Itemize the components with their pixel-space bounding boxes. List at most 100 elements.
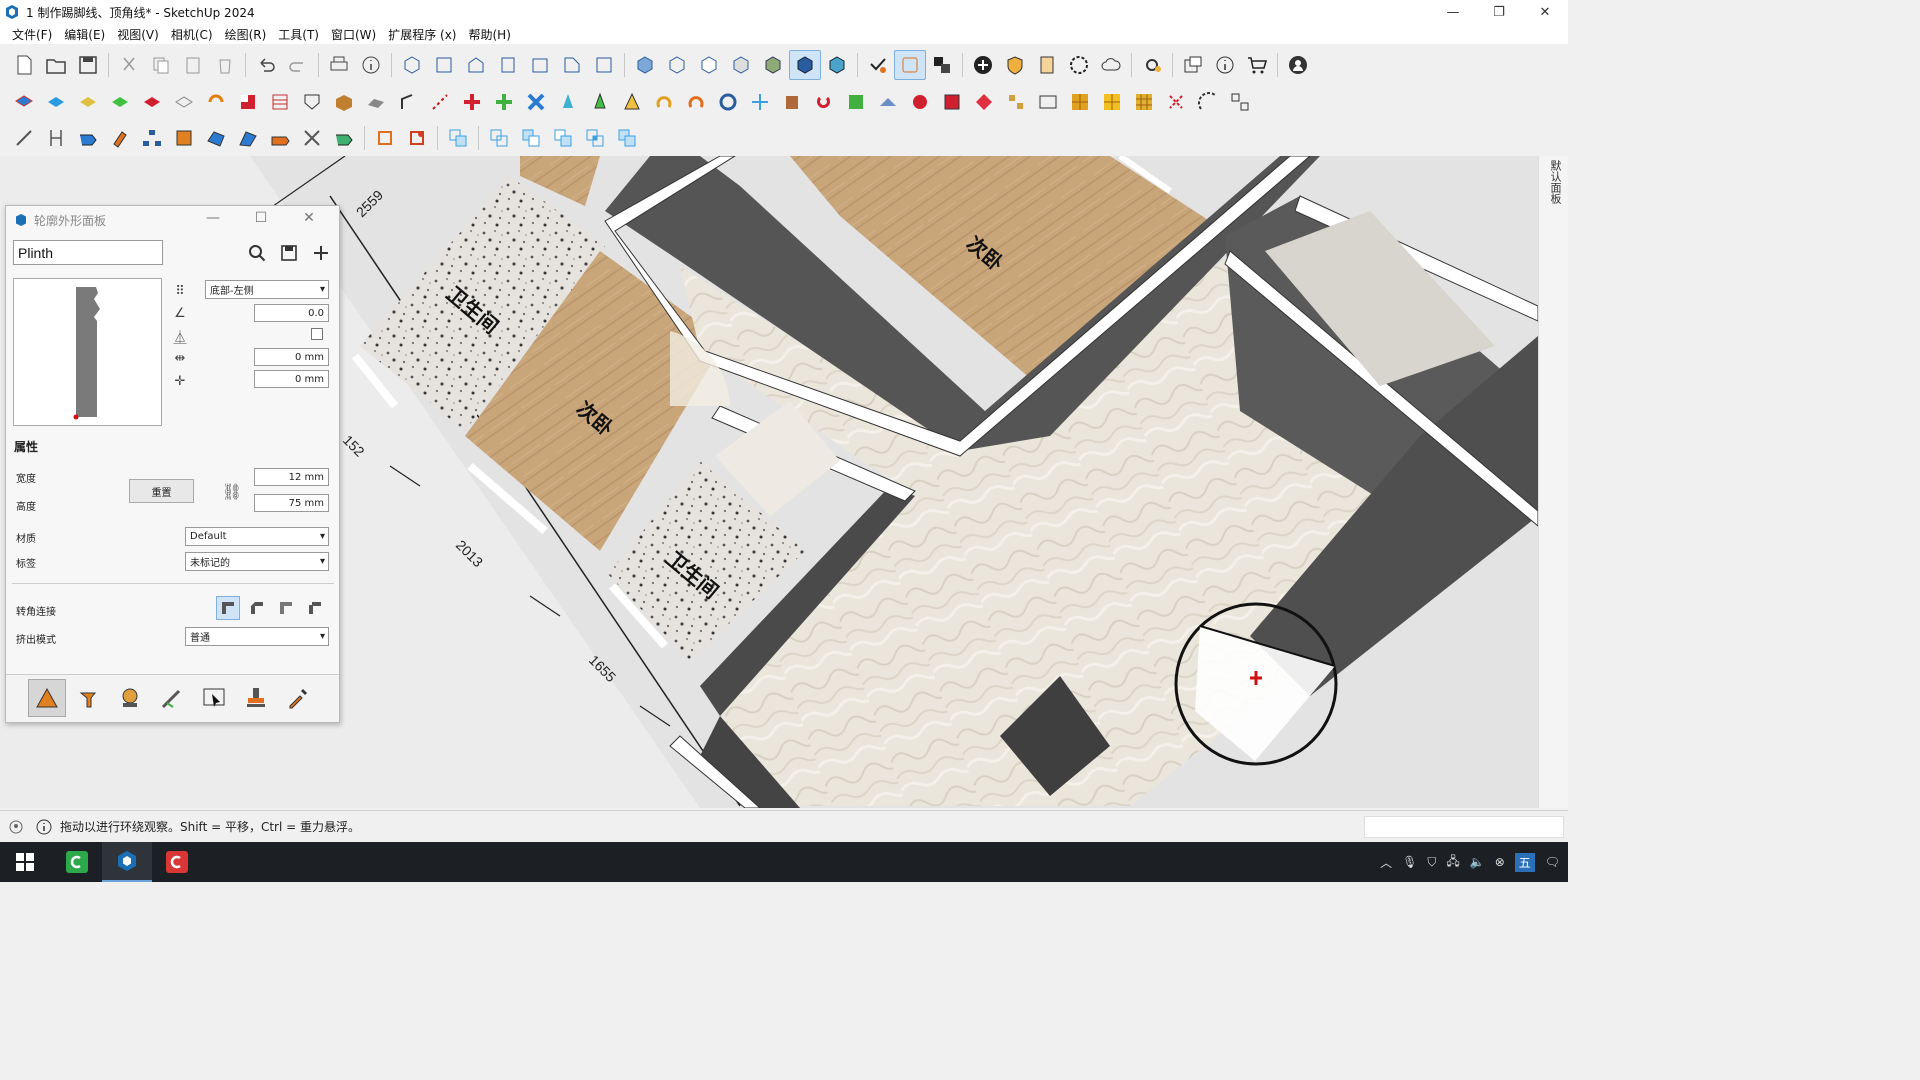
plugin-tool-14-icon[interactable] (424, 87, 456, 117)
sync-icon[interactable] (894, 50, 926, 80)
stamp-profile-tool-icon[interactable] (111, 679, 149, 717)
plugin-tool-30-icon[interactable] (936, 87, 968, 117)
plugin-tool-7-icon[interactable] (200, 87, 232, 117)
menu-tools[interactable]: 工具(T) (272, 26, 325, 43)
hidden-line-style-icon[interactable] (693, 50, 725, 80)
corner-type-1-icon[interactable] (216, 596, 240, 620)
dimension-tool-icon[interactable] (40, 123, 72, 153)
reset-button[interactable]: 重置 (129, 479, 194, 503)
default-tray-label[interactable]: 默认面板 (1547, 160, 1563, 204)
plugin-tool-4-icon[interactable] (104, 87, 136, 117)
plugin-tool-36-icon[interactable] (1128, 87, 1160, 117)
layout-icon[interactable] (1177, 50, 1209, 80)
copy-icon[interactable] (145, 50, 177, 80)
plugin-tool-23-icon[interactable] (712, 87, 744, 117)
shaded-textured-style-icon[interactable] (789, 50, 821, 80)
close-button[interactable]: ✕ (1522, 0, 1568, 24)
plugin-tool-12-icon[interactable] (360, 87, 392, 117)
menu-file[interactable]: 文件(F) (6, 26, 58, 43)
plugin-tool-27-icon[interactable] (840, 87, 872, 117)
plugin-tool-31-icon[interactable] (968, 87, 1000, 117)
menu-help[interactable]: 帮助(H) (462, 26, 516, 43)
stamp-tool-icon[interactable] (237, 679, 275, 717)
intersect-tool-icon[interactable] (296, 123, 328, 153)
width-input[interactable]: 12 mm (254, 468, 329, 486)
tag-select[interactable]: 未标记的 ▾ (185, 552, 329, 571)
plugin-tool-9-icon[interactable] (264, 87, 296, 117)
pattern-plugin-icon[interactable] (1063, 50, 1095, 80)
add-profile-icon[interactable] (307, 241, 335, 265)
info-icon[interactable] (1209, 50, 1241, 80)
ime-indicator[interactable]: 五 (1514, 852, 1535, 872)
default-tray-strip[interactable]: 默认面板 (1538, 156, 1568, 808)
print-icon[interactable] (323, 50, 355, 80)
rect-tool-icon[interactable] (264, 123, 296, 153)
trim-icon[interactable] (547, 123, 579, 153)
paste-icon[interactable] (177, 50, 209, 80)
menu-window[interactable]: 窗口(W) (325, 26, 382, 43)
building-plugin-icon[interactable] (1031, 50, 1063, 80)
section-fill-tool-icon[interactable] (401, 123, 433, 153)
paint-tool-icon[interactable] (104, 123, 136, 153)
plugin-tool-39-icon[interactable] (1224, 87, 1256, 117)
menu-draw[interactable]: 绘图(R) (219, 26, 273, 43)
plugin-tool-34-icon[interactable] (1064, 87, 1096, 117)
plugin-tool-2-icon[interactable] (40, 87, 72, 117)
plugin-tool-33-icon[interactable] (1032, 87, 1064, 117)
plugin-tool-35-icon[interactable] (1096, 87, 1128, 117)
restore-button[interactable]: ❐ (1476, 0, 1522, 24)
shield-plugin-icon[interactable] (999, 50, 1031, 80)
account-icon[interactable] (1282, 50, 1314, 80)
corner-type-2-icon[interactable] (245, 596, 269, 620)
top-view-icon[interactable] (428, 50, 460, 80)
chevron-up-icon[interactable]: ︿ (1380, 854, 1392, 871)
section-tool-icon[interactable] (369, 123, 401, 153)
eyedropper-tool-icon[interactable] (279, 679, 317, 717)
minimize-button[interactable]: — (1430, 0, 1476, 24)
redo-icon[interactable] (282, 50, 314, 80)
volume-icon[interactable]: 🔈 (1470, 855, 1485, 869)
microphone-icon[interactable]: 🎙 (1402, 855, 1417, 869)
plugin-tool-6-icon[interactable] (168, 87, 200, 117)
outer-shell-icon[interactable] (442, 123, 474, 153)
measurements-box[interactable] (1364, 816, 1564, 838)
panel-maximize-button[interactable]: ☐ (237, 210, 285, 226)
monochrome-style-icon[interactable] (821, 50, 853, 80)
panel-close-button[interactable]: ✕ (285, 210, 333, 226)
hierarchy-tool-icon[interactable] (136, 123, 168, 153)
panel-minimize-button[interactable]: — (189, 210, 237, 226)
plugin-tool-22-icon[interactable] (680, 87, 712, 117)
plugin-tool-18-icon[interactable] (552, 87, 584, 117)
extrude-mode-select[interactable]: 普通 ▾ (185, 627, 329, 646)
line-tool-icon[interactable] (8, 123, 40, 153)
plugin-tool-26-icon[interactable] (808, 87, 840, 117)
plugin-tool-13-icon[interactable] (392, 87, 424, 117)
textured-style-icon[interactable] (757, 50, 789, 80)
profile-search-input[interactable] (13, 240, 163, 265)
union-icon[interactable] (483, 123, 515, 153)
menu-extensions[interactable]: 扩展程序 (x) (382, 26, 462, 43)
new-file-icon[interactable] (8, 50, 40, 80)
iso-view-icon[interactable] (396, 50, 428, 80)
plugin-tool-11-icon[interactable] (328, 87, 360, 117)
settings-gear-icon[interactable] (1136, 50, 1168, 80)
plugin-tool-24-icon[interactable] (744, 87, 776, 117)
save-icon[interactable] (72, 50, 104, 80)
subtract-icon[interactable] (515, 123, 547, 153)
plugin-tool-20-icon[interactable] (616, 87, 648, 117)
left-view-icon[interactable] (556, 50, 588, 80)
offset-y-input[interactable]: 0 mm (254, 370, 329, 388)
recorder-icon[interactable] (152, 842, 202, 882)
split-icon[interactable] (611, 123, 643, 153)
link-chain-icon[interactable]: ⛓ (219, 474, 245, 508)
plugin-tool-17-icon[interactable] (520, 87, 552, 117)
plugin-tool-8-icon[interactable] (232, 87, 264, 117)
edit-path-tool-icon[interactable] (153, 679, 191, 717)
plugin-tool-38-icon[interactable] (1192, 87, 1224, 117)
wireframe-style-icon[interactable] (661, 50, 693, 80)
paint-profile-tool-icon[interactable] (70, 679, 108, 717)
close-circle-icon[interactable]: ⊗ (1495, 855, 1505, 869)
erase-icon[interactable] (209, 50, 241, 80)
select-profile-tool-icon[interactable] (195, 679, 233, 717)
component-replace-icon[interactable] (926, 50, 958, 80)
